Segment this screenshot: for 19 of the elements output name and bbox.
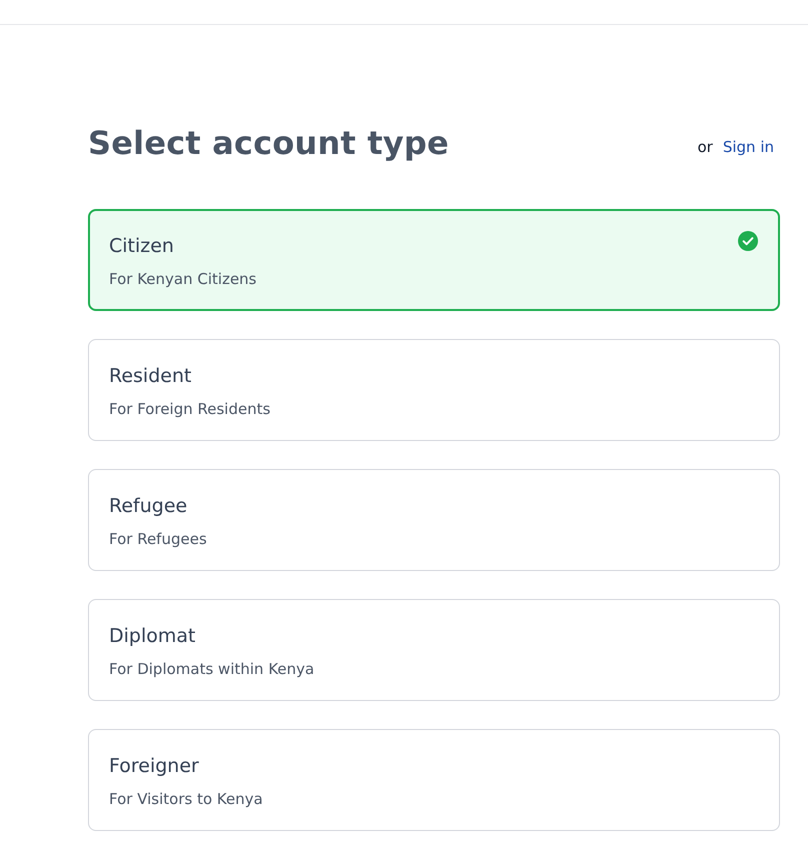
sign-in-link[interactable]: Sign in: [722, 138, 774, 156]
account-type-description: For Refugees: [109, 529, 207, 550]
account-type-title: Refugee: [109, 494, 188, 519]
account-type-card[interactable]: Refugee For Refugees: [88, 469, 780, 571]
account-type-title: Foreigner: [109, 754, 199, 779]
or-label: or: [697, 138, 713, 156]
account-type-description: For Kenyan Citizens: [109, 269, 256, 290]
account-type-description: For Visitors to Kenya: [109, 789, 263, 810]
account-type-title: Diplomat: [109, 624, 196, 649]
account-type-card[interactable]: Citizen For Kenyan Citizens: [88, 209, 780, 311]
account-type-card[interactable]: Foreigner For Visitors to Kenya: [88, 729, 780, 831]
account-type-card[interactable]: Diplomat For Diplomats within Kenya: [88, 599, 780, 701]
account-type-description: For Foreign Residents: [109, 399, 270, 420]
account-type-title: Resident: [109, 364, 192, 389]
check-circle-icon: [738, 231, 758, 251]
account-type-card[interactable]: Resident For Foreign Residents: [88, 339, 780, 441]
account-type-title: Citizen: [109, 234, 174, 259]
account-type-description: For Diplomats within Kenya: [109, 659, 314, 680]
page-title: Select account type: [88, 123, 449, 164]
